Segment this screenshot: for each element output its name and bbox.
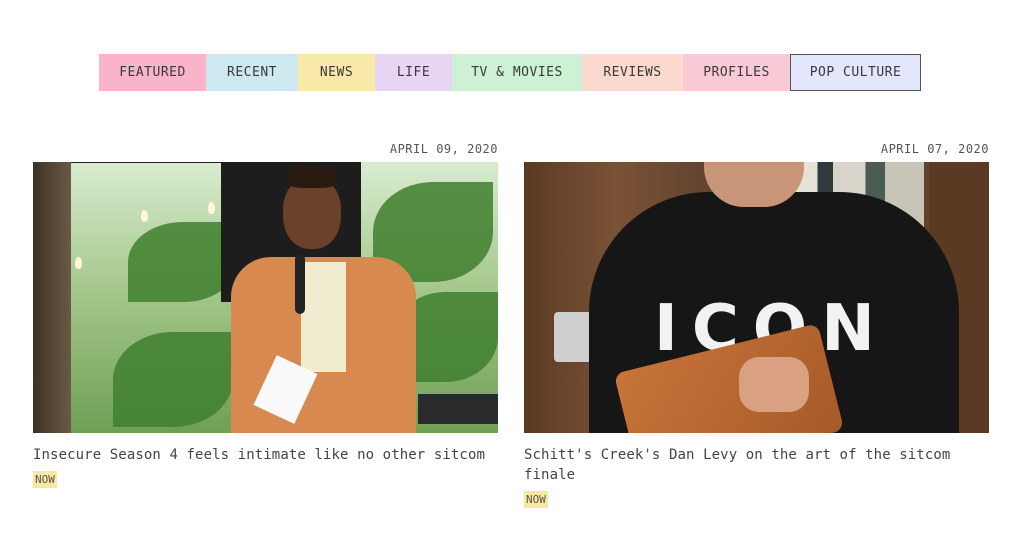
nav-recent[interactable]: RECENT xyxy=(206,54,298,91)
bulb-icon xyxy=(141,210,148,222)
nav-pop-culture[interactable]: POP CULTURE xyxy=(790,54,921,91)
bulb-icon xyxy=(75,257,82,269)
hand-with-rings xyxy=(739,357,809,412)
nav-profiles[interactable]: PROFILES xyxy=(683,54,790,91)
article-date: APRIL 07, 2020 xyxy=(880,142,989,156)
tree-trunk xyxy=(33,162,71,433)
bulb-icon xyxy=(208,202,215,214)
microphone-icon xyxy=(295,254,305,314)
man-in-icon-sweater-photo[interactable]: ICON xyxy=(524,162,989,433)
article-headline[interactable]: Schitt's Creek's Dan Levy on the art of … xyxy=(524,445,989,485)
article-date: APRIL 09, 2020 xyxy=(389,142,498,156)
nav-life[interactable]: LIFE xyxy=(375,54,452,91)
article-card[interactable]: APRIL 09, 2020 Insecure Season 4 feels i… xyxy=(33,142,498,488)
now-badge[interactable]: NOW xyxy=(524,491,548,508)
nav-news[interactable]: NEWS xyxy=(298,54,375,91)
category-nav: FEATURED RECENT NEWS LIFE TV & MOVIES RE… xyxy=(99,54,921,91)
shirt xyxy=(301,262,346,372)
hair xyxy=(287,166,337,188)
nav-tv-movies[interactable]: TV & MOVIES xyxy=(452,54,582,91)
woman-with-microphone-photo[interactable] xyxy=(33,162,498,433)
nav-featured[interactable]: FEATURED xyxy=(99,54,206,91)
nav-reviews[interactable]: REVIEWS xyxy=(582,54,683,91)
string-lights xyxy=(53,162,233,163)
article-headline[interactable]: Insecure Season 4 feels intimate like no… xyxy=(33,445,498,465)
audio-mixer xyxy=(418,394,498,424)
leaf xyxy=(113,332,233,427)
now-badge[interactable]: NOW xyxy=(33,471,57,488)
article-card[interactable]: APRIL 07, 2020 ICON Schitt's Creek's Dan… xyxy=(524,142,989,508)
